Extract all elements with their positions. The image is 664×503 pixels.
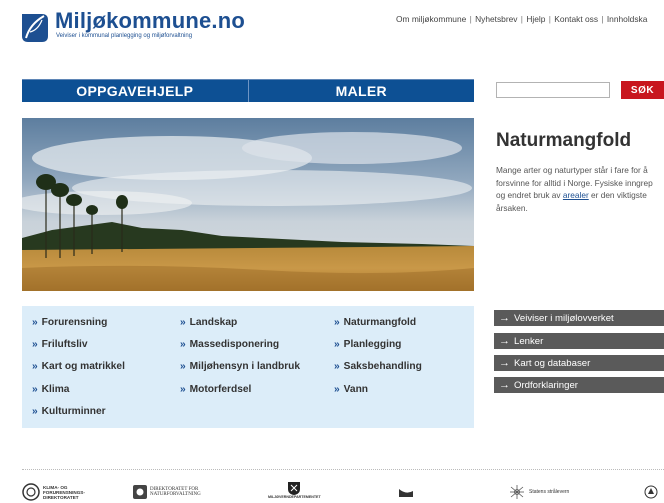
footer-divider [22,469,664,470]
topic-forurensning[interactable]: » Forurensning [32,317,107,328]
chevron-right-icon: » [32,384,38,395]
chevron-right-icon: » [32,406,38,417]
footer-logo-stralevern[interactable]: Statens strålevern [508,481,569,503]
site-tagline: Veiviser i kommunal planlegging og miljø… [56,33,193,39]
footer-logo-dn[interactable]: DIREKTORATET FOR NATURFORVALTNING [133,481,201,503]
footer-logo-emblem[interactable] [644,481,658,503]
top-link-kontakt[interactable]: Kontakt oss [554,14,598,24]
klif-line2: FORURENSNINGS- [43,489,85,495]
separator: | [599,14,606,24]
arrow-right-icon: → [499,312,510,324]
side-link-veiviser[interactable]: → Veiviser i miljølovverket [494,310,664,326]
topics-panel: » Forurensning » Friluftsliv » Kart og matr… [22,306,474,428]
topic-miljohensyn-i-landbruk[interactable]: » Miljøhensyn i landbruk [180,361,300,372]
main-nav: OPPGAVEHJELP MALER [22,79,474,102]
topic-landskap[interactable]: » Landskap [180,317,237,328]
topic-kart-og-matrikkel[interactable]: » Kart og matrikkel [32,361,125,372]
chevron-right-icon: » [180,361,186,372]
chevron-right-icon: » [32,339,38,350]
top-link-om[interactable]: Om miljøkommune [396,14,466,24]
feature-title[interactable]: Naturmangfold [496,130,631,152]
arrow-right-icon: → [499,379,510,391]
topic-naturmangfold[interactable]: » Naturmangfold [334,317,416,328]
klif-logo-icon [22,483,40,501]
site-name[interactable]: Miljøkommune.no [55,8,245,34]
side-link-ordforklaringer[interactable]: → Ordforklaringer [494,377,664,393]
arrow-right-icon: → [499,335,510,347]
separator: | [518,14,526,24]
topic-saksbehandling[interactable]: » Saksbehandling [334,361,422,372]
topic-motorferdsel[interactable]: » Motorferdsel [180,384,251,395]
coat-of-arms-icon [288,482,301,495]
chevron-right-icon: » [180,317,186,328]
topic-kulturminner[interactable]: » Kulturminner [32,406,106,417]
dn-logo-icon [133,485,147,499]
klif-line3: DIREKTORATET [43,494,79,500]
chevron-right-icon: » [32,317,38,328]
feature-link-arealer[interactable]: arealer [563,190,589,200]
nav-maler[interactable]: MALER [247,80,475,102]
topic-friluftsliv[interactable]: » Friluftsliv [32,339,88,350]
chevron-right-icon: » [180,384,186,395]
hero-landscape-image [22,118,474,291]
arrow-right-icon: → [499,357,510,369]
side-link-lenker[interactable]: → Lenker [494,333,664,349]
chevron-right-icon: » [334,384,340,395]
top-link-hjelp[interactable]: Hjelp [526,14,545,24]
emblem-logo-icon [644,485,658,499]
top-link-innholdskart[interactable]: Innholdska [607,14,648,24]
footer-logo-wave[interactable] [398,481,414,503]
nav-oppgavehjelp[interactable]: OPPGAVEHJELP [22,80,248,102]
dn-line2: NATURFORVALTNING [150,492,201,497]
chevron-right-icon: » [180,339,186,350]
search-button[interactable]: SØK [621,81,664,99]
separator: | [546,14,554,24]
topic-vann[interactable]: » Vann [334,384,368,395]
topic-massedisponering[interactable]: » Massedisponering [180,339,279,350]
separator: | [467,14,475,24]
feature-text: Mange arter og naturtyper står i fare fo… [496,164,664,214]
search-input[interactable] [496,82,610,98]
topic-planlegging[interactable]: » Planlegging [334,339,401,350]
chevron-right-icon: » [334,317,340,328]
md-label: MILJØVERNDEPARTEMENTET [268,495,321,499]
topic-klima[interactable]: » Klima [32,384,69,395]
side-link-kart-og-databaser[interactable]: → Kart og databaser [494,355,664,371]
radiation-logo-icon [510,485,524,499]
wave-logo-icon [399,489,413,497]
footer-logo-klif[interactable]: KLIMA- OG FORURENSNINGS- DIREKTORATET [22,481,85,503]
footer-logo-md[interactable]: MILJØVERNDEPARTEMENTET [268,481,321,503]
top-link-nyhetsbrev[interactable]: Nyhetsbrev [475,14,517,24]
logo-leaf-icon[interactable] [20,10,50,44]
top-links: Om miljøkommune | Nyhetsbrev | Hjelp | K… [396,14,647,24]
chevron-right-icon: » [334,339,340,350]
chevron-right-icon: » [32,361,38,372]
chevron-right-icon: » [334,361,340,372]
sv-label: Statens strålevern [529,488,570,495]
